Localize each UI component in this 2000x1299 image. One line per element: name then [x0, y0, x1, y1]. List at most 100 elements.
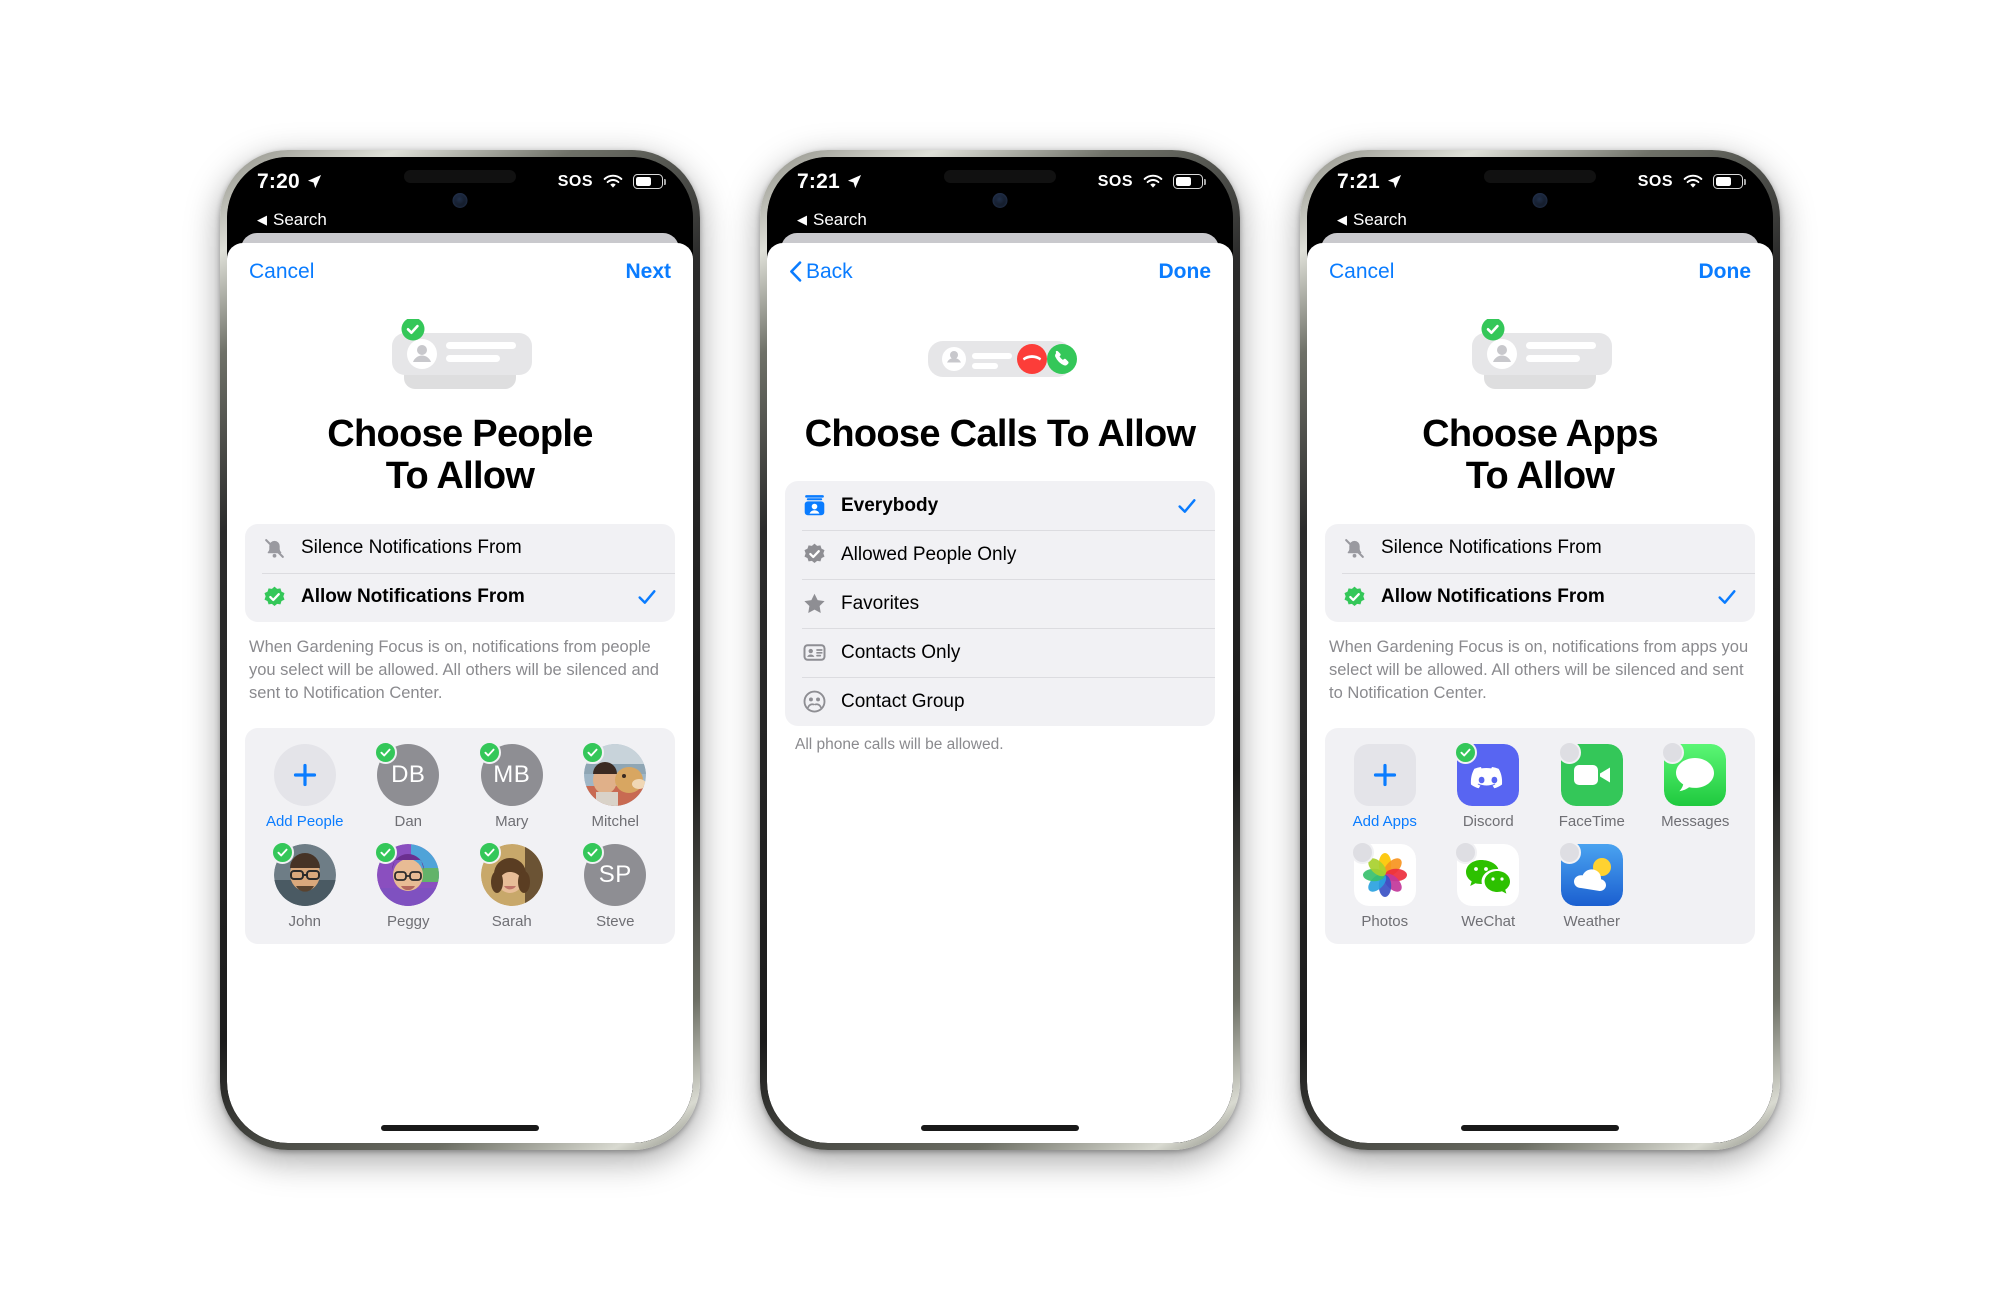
call-option-contact-group[interactable]: Contact Group: [785, 677, 1215, 726]
selected-badge: [374, 840, 398, 864]
grid-item-label: Add People: [265, 812, 344, 830]
modal-sheet: Cancel Next Choose People To Allow Silen…: [227, 242, 693, 1143]
option-allow-notifications[interactable]: Allow Notifications From: [1325, 572, 1755, 622]
page-title-line1: Choose Calls To Allow: [804, 412, 1196, 455]
iphone-device-people: 7:20 SOS ◀ Search Cancel Next Choose Peo…: [220, 149, 700, 1150]
location-arrow-icon: [847, 174, 861, 189]
page-title-line1: Choose Apps: [1422, 412, 1658, 455]
back-link-label: Search: [273, 209, 327, 229]
bell-slash-icon: [265, 538, 284, 558]
page-title-line1: Choose People: [327, 412, 593, 455]
grid-item-label: Mitchel: [591, 812, 639, 830]
status-bar: 7:20 SOS: [227, 157, 693, 207]
focus-description: When Gardening Focus is on, notification…: [1329, 637, 1749, 703]
notification-mode-group: Silence Notifications From Allow Notific…: [245, 523, 675, 622]
battery-icon: [1173, 174, 1207, 189]
call-option-contacts-only[interactable]: Contacts Only: [785, 628, 1215, 677]
check-icon: [484, 848, 495, 857]
unselected-badge: [1557, 840, 1581, 864]
bell-slash-icon: [1345, 538, 1364, 558]
call-option-label: Allowed People Only: [841, 543, 1017, 565]
grid-item-label: Mary: [495, 812, 529, 830]
grid-item-label: Messages: [1661, 812, 1730, 830]
grid-item-app[interactable]: Discord: [1437, 740, 1541, 830]
home-indicator: [1461, 1124, 1619, 1131]
grid-item-label: Add Apps: [1352, 812, 1417, 830]
back-to-search-link[interactable]: ◀ Search: [227, 207, 693, 233]
page-title: Choose Calls To Allow: [805, 413, 1196, 456]
call-option-label: Contacts Only: [841, 641, 961, 663]
grid-item-person[interactable]: Mitchel: [564, 740, 668, 830]
grid-item-person[interactable]: MB Mary: [460, 740, 564, 830]
grid-item-person[interactable]: SP Steve: [564, 840, 668, 930]
home-indicator: [381, 1124, 539, 1131]
grid-item-app[interactable]: Messages: [1644, 740, 1748, 830]
call-option-favorites[interactable]: Favorites: [785, 579, 1215, 628]
done-button[interactable]: Done: [1699, 260, 1752, 284]
grid-item-label: Discord: [1462, 812, 1514, 830]
call-option-allowed-people-only[interactable]: Allowed People Only: [785, 530, 1215, 579]
unselected-badge: [1661, 740, 1685, 764]
grid-item-person[interactable]: Sarah: [460, 840, 564, 930]
grid-item-person[interactable]: Peggy: [357, 840, 461, 930]
selected-badge: [477, 840, 501, 864]
grid-item-person[interactable]: DB Dan: [357, 740, 461, 830]
grid-item-add-apps[interactable]: Add Apps: [1333, 743, 1437, 830]
option-silence-notifications[interactable]: Silence Notifications From: [1325, 524, 1755, 573]
check-icon: [277, 848, 288, 857]
grid-item-app[interactable]: Weather: [1540, 840, 1644, 930]
star-icon: [804, 593, 825, 614]
grid-item-app[interactable]: WeChat: [1437, 840, 1541, 930]
back-button[interactable]: Back: [789, 260, 853, 284]
grid-item-label: FaceTime: [1558, 812, 1625, 830]
selected-badge: [477, 740, 501, 764]
sos-indicator: SOS: [557, 172, 593, 190]
page-title: Choose People To Allow: [327, 412, 593, 498]
grid-item-label: Dan: [394, 812, 423, 830]
grid-item-label: WeChat: [1461, 912, 1516, 930]
back-to-search-link[interactable]: ◀ Search: [1307, 207, 1773, 233]
modal-sheet: Cancel Done Choose Apps To Allow Silence…: [1307, 242, 1773, 1143]
add-avatar: [273, 743, 336, 806]
call-option-label: Contact Group: [841, 690, 965, 712]
page-title: Choose Apps To Allow: [1422, 413, 1658, 498]
selected-badge: [1454, 740, 1478, 764]
person-notification-allow-icon: [1450, 317, 1630, 397]
check-icon: [587, 848, 598, 857]
back-triangle-icon: ◀: [257, 211, 267, 227]
option-label: Allow Notifications From: [1381, 586, 1605, 608]
location-arrow-icon: [307, 174, 321, 189]
person-notification-allow-icon: [370, 317, 550, 397]
grid-item-app[interactable]: FaceTime: [1540, 740, 1644, 830]
status-time: 7:21: [797, 169, 840, 193]
done-button[interactable]: Done: [1159, 260, 1212, 284]
check-icon: [1460, 748, 1471, 757]
status-bar: 7:21 SOS: [1307, 157, 1773, 207]
check-icon: [380, 848, 391, 857]
grid-item-add-people[interactable]: Add People: [253, 743, 357, 830]
status-time: 7:20: [257, 169, 300, 193]
cancel-button[interactable]: Cancel: [249, 260, 314, 284]
cancel-button[interactable]: Cancel: [1329, 260, 1394, 284]
option-allow-notifications[interactable]: Allow Notifications From: [245, 572, 675, 622]
plus-icon: [293, 763, 316, 786]
checkmark-icon: [1178, 498, 1196, 513]
iphone-device-apps: 7:21 SOS ◀ Search Cancel Done Choose App…: [1300, 149, 1780, 1150]
selected-badge: [374, 740, 398, 764]
back-triangle-icon: ◀: [1337, 211, 1347, 227]
option-silence-notifications[interactable]: Silence Notifications From: [245, 524, 675, 573]
sos-indicator: SOS: [1097, 172, 1133, 190]
selected-badge: [581, 740, 605, 764]
call-option-everybody[interactable]: Everybody: [785, 481, 1215, 530]
unselected-badge: [1454, 840, 1478, 864]
plus-icon: [1373, 763, 1396, 786]
status-time: 7:21: [1337, 169, 1380, 193]
checkmark-icon: [638, 590, 656, 605]
apps-grid: Add Apps Discord FaceTime Messages Photo…: [1333, 740, 1748, 930]
grid-item-person[interactable]: John: [253, 840, 357, 930]
next-button[interactable]: Next: [625, 260, 671, 284]
grid-item-app[interactable]: Photos: [1333, 840, 1437, 930]
back-to-search-link[interactable]: ◀ Search: [767, 207, 1233, 233]
status-bar: 7:21 SOS: [767, 157, 1233, 207]
calls-allow-list: Everybody Allowed People Only Favorites …: [785, 481, 1215, 727]
